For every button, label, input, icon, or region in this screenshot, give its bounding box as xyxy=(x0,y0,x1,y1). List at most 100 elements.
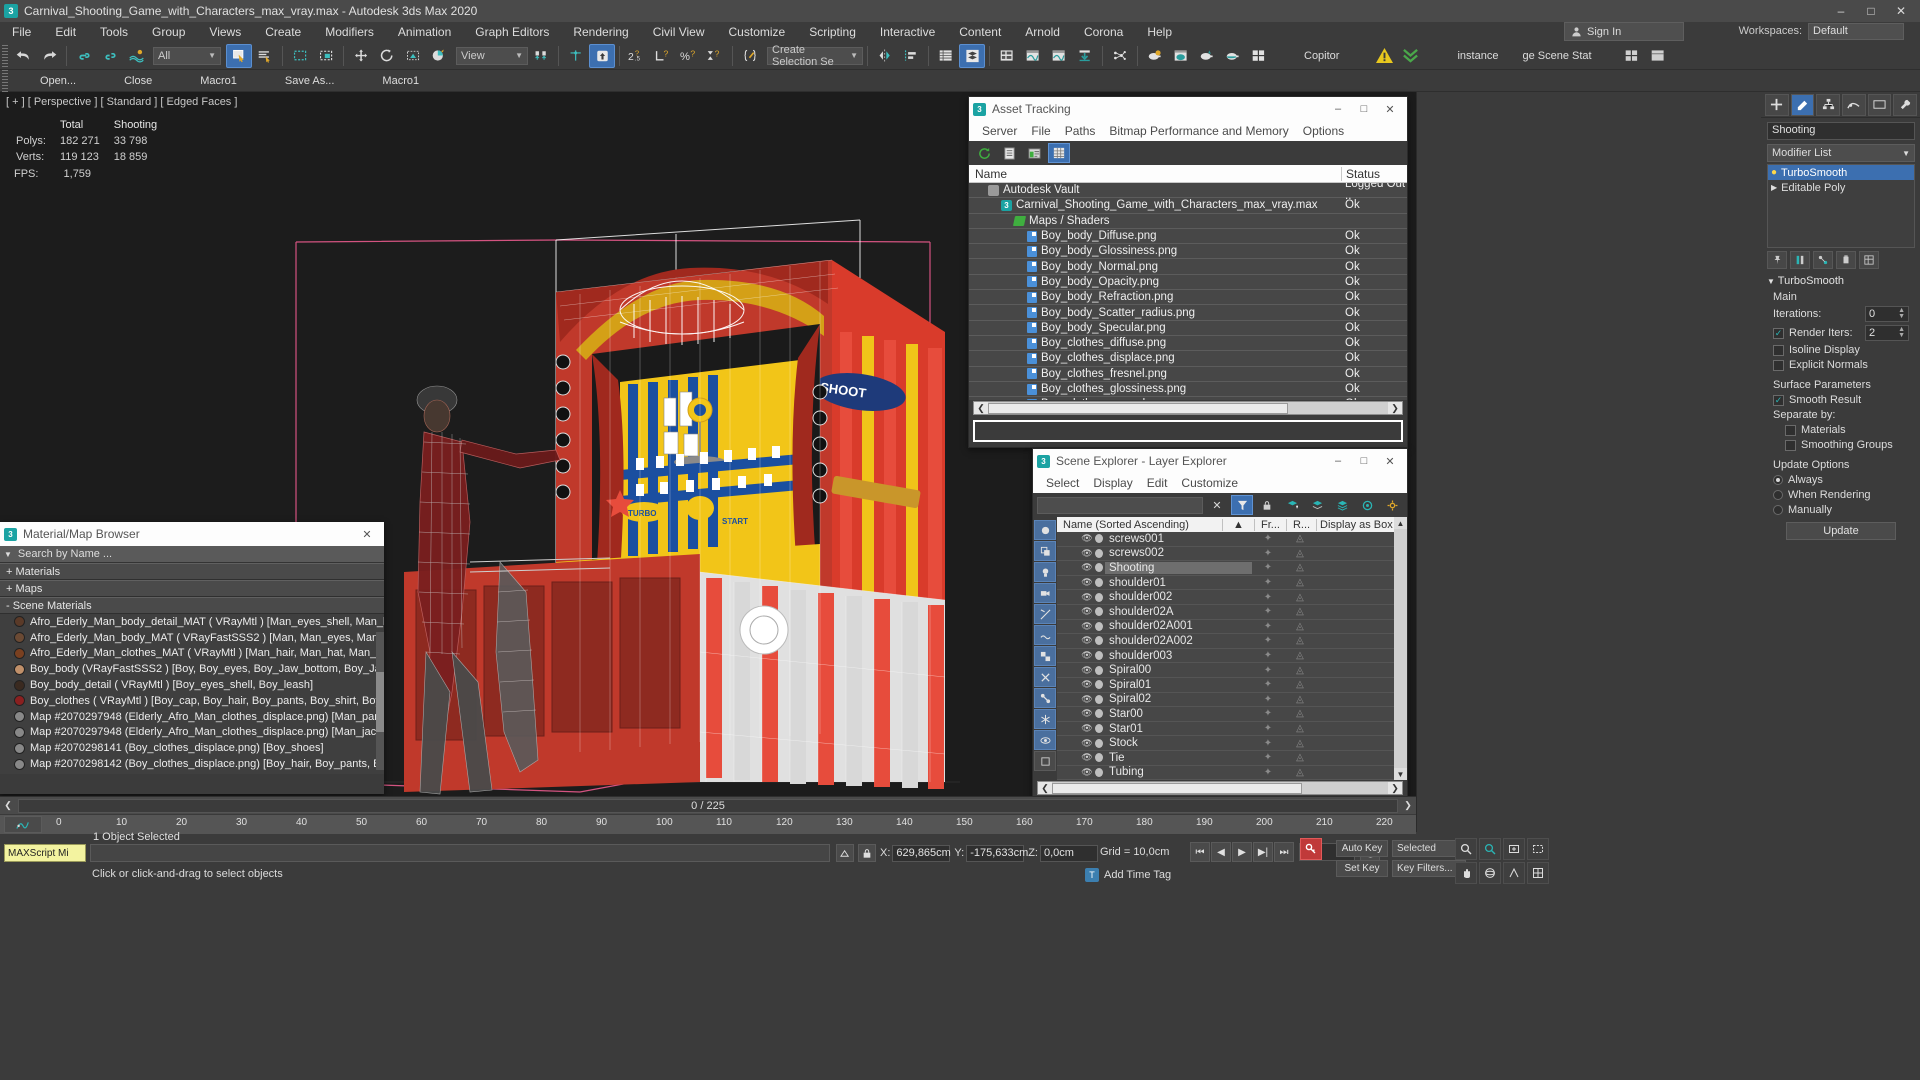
color-swatch[interactable] xyxy=(1093,563,1105,573)
scene-explorer-row[interactable]: 👁 shoulder003 ✦ ◬ xyxy=(1057,649,1394,664)
material-row[interactable]: Map #2070298142 (Boy_clothes_displace.pn… xyxy=(0,756,384,772)
hierarchy-tab[interactable] xyxy=(1816,93,1841,116)
menu-tools[interactable]: Tools xyxy=(88,22,140,42)
zoom-icon[interactable] xyxy=(1455,838,1477,860)
quad-view-icon[interactable] xyxy=(1246,44,1272,68)
double-chevron-down-icon[interactable] xyxy=(1397,44,1423,68)
menu-help[interactable]: Help xyxy=(1135,22,1184,42)
scene-explorer-row[interactable]: 👁 shoulder002 ✦ ◬ xyxy=(1057,590,1394,605)
select-link-icon[interactable] xyxy=(71,44,97,68)
scroll-right-icon[interactable]: ❯ xyxy=(1388,782,1402,794)
create-tab[interactable] xyxy=(1765,93,1789,116)
scene-explorer-minimize[interactable]: – xyxy=(1325,449,1351,473)
render-iters-checkbox[interactable]: ✓ xyxy=(1773,327,1784,339)
material-row[interactable]: Boy_body_detail ( VRayMtl ) [Boy_eyes_sh… xyxy=(0,677,384,693)
move-icon[interactable] xyxy=(348,44,374,68)
scene-explorer-close[interactable]: ✕ xyxy=(1377,449,1403,473)
unlink-icon[interactable] xyxy=(97,44,123,68)
material-row[interactable]: Map #2070298141 (Boy_clothes_displace.pn… xyxy=(0,740,384,756)
visibility-eye-icon[interactable]: 👁 xyxy=(1081,694,1093,705)
asset-row[interactable]: Boy_clothes_normal.png Ok xyxy=(969,397,1407,400)
asset-row[interactable]: Boy_body_Opacity.png Ok xyxy=(969,275,1407,291)
display-shapes-icon[interactable] xyxy=(1034,751,1056,771)
manage-layers-icon[interactable] xyxy=(994,44,1020,68)
material-row[interactable]: Boy_clothes ( VRayMtl ) [Boy_cap, Boy_ha… xyxy=(0,693,384,709)
material-browser-titlebar[interactable]: 3 Material/Map Browser ✕ xyxy=(0,522,384,546)
render-setup-icon[interactable] xyxy=(1194,44,1220,68)
frozen-toggle[interactable]: ✦ xyxy=(1252,592,1284,603)
scene-explorer-list[interactable]: Name (Sorted Ascending) ▲ Fr... R... Dis… xyxy=(1057,517,1394,780)
iterations-spinner[interactable]: 0 ▲ ▼ xyxy=(1865,306,1909,322)
material-browser-search[interactable]: ▼ Search by Name ... xyxy=(0,546,384,563)
prev-frame-icon[interactable]: ❮ xyxy=(0,798,16,814)
scene-explorer-row[interactable]: 👁 Spiral01 ✦ ◬ xyxy=(1057,678,1394,693)
asset-row[interactable]: Boy_body_Refraction.png Ok xyxy=(969,290,1407,306)
go-to-start-icon[interactable]: ⏮ xyxy=(1190,842,1210,862)
display-helpers-icon[interactable] xyxy=(1034,604,1056,624)
scene-explorer-vscrollbar[interactable]: ▲ ▼ xyxy=(1394,517,1407,780)
show-end-result-icon[interactable] xyxy=(1790,251,1810,269)
asset-row[interactable]: Boy_clothes_glossiness.png Ok xyxy=(969,382,1407,398)
motion-tab[interactable] xyxy=(1842,93,1866,116)
display-lights-icon[interactable] xyxy=(1034,562,1056,582)
col-sort-arrow[interactable]: ▲ xyxy=(1222,518,1254,531)
visibility-eye-icon[interactable]: 👁 xyxy=(1081,592,1093,603)
quick-button-0[interactable]: Open... xyxy=(32,72,84,90)
display-groups-icon[interactable] xyxy=(1034,646,1056,666)
render-toggle[interactable]: ◬ xyxy=(1284,562,1316,573)
expand-icon[interactable]: ▶ xyxy=(1771,183,1777,192)
color-swatch[interactable] xyxy=(1093,607,1105,617)
spinner-arrows-icon[interactable]: ▲▼ xyxy=(1898,326,1905,339)
display-hidden-icon[interactable] xyxy=(1034,730,1056,750)
lock-selection-icon[interactable] xyxy=(858,844,876,862)
frozen-toggle[interactable]: ✦ xyxy=(1252,606,1284,617)
configure-sets-icon[interactable] xyxy=(1859,251,1879,269)
update-when-rendering-radio[interactable] xyxy=(1773,490,1783,500)
se-menu-customize[interactable]: Customize xyxy=(1174,476,1245,490)
frozen-toggle[interactable]: ✦ xyxy=(1252,548,1284,559)
named-selection-set-dropdown[interactable]: Create Selection Se ▼ xyxy=(767,44,863,68)
table-view-icon[interactable] xyxy=(1048,143,1070,163)
particle-view-icon[interactable] xyxy=(1107,44,1133,68)
scene-explorer-row[interactable]: 👁 screws002 ✦ ◬ xyxy=(1057,547,1394,562)
snap-on-icon[interactable] xyxy=(589,43,615,68)
scene-explorer-titlebar[interactable]: 3 Scene Explorer - Layer Explorer – □ ✕ xyxy=(1033,449,1407,473)
asset-row[interactable]: Boy_clothes_fresnel.png Ok xyxy=(969,367,1407,382)
asset-col-status[interactable]: Status xyxy=(1341,166,1407,181)
update-manually-row[interactable]: Manually xyxy=(1773,504,1909,516)
asset-row[interactable]: Boy_clothes_displace.png Ok xyxy=(969,351,1407,367)
toolbar-grip[interactable] xyxy=(2,44,8,67)
scene-explorer-row[interactable]: 👁 shoulder02A002 ✦ ◬ xyxy=(1057,634,1394,649)
vscroll-thumb[interactable] xyxy=(376,672,384,732)
quick-button-2[interactable]: Macro1 xyxy=(192,72,245,90)
maxscript-mini-listener[interactable]: MAXScript Mi xyxy=(4,844,86,862)
smooth-result-checkbox[interactable]: ✓ xyxy=(1773,394,1784,406)
visibility-eye-icon[interactable]: 👁 xyxy=(1081,708,1093,719)
modify-tab[interactable] xyxy=(1790,93,1815,116)
visibility-eye-icon[interactable]: 👁 xyxy=(1081,767,1093,778)
render-toggle[interactable]: ◬ xyxy=(1284,708,1316,719)
render-toggle[interactable]: ◬ xyxy=(1284,621,1316,632)
render-toggle[interactable]: ◬ xyxy=(1284,533,1316,544)
frozen-toggle[interactable]: ✦ xyxy=(1252,752,1284,763)
track-bar[interactable]: 0 10 20 30 40 50 60 70 80 90 100 110 120 130 140 150 160… xyxy=(0,814,1416,834)
placement-icon[interactable] xyxy=(426,44,452,68)
snap-toggle-icon[interactable] xyxy=(563,44,589,68)
material-editor-compact-icon[interactable] xyxy=(1168,44,1194,68)
z-coordinate[interactable]: Z: 0,0cm xyxy=(1028,844,1098,862)
menu-rendering[interactable]: Rendering xyxy=(561,22,640,42)
separate-materials-checkbox[interactable] xyxy=(1785,424,1796,436)
workspaces-dropdown[interactable]: Default xyxy=(1808,23,1904,40)
display-frozen-icon[interactable] xyxy=(1034,709,1056,729)
render-toggle[interactable]: ◬ xyxy=(1284,723,1316,734)
maps-group-header[interactable]: + Maps xyxy=(0,580,384,597)
update-always-row[interactable]: Always xyxy=(1773,474,1909,486)
play-animation-icon[interactable]: ▶ xyxy=(1232,842,1252,862)
scene-explorer-row[interactable]: 👁 screws001 ✦ ◬ xyxy=(1057,532,1394,547)
modifier-stack-item-turbosmooth[interactable]: ● TurboSmooth xyxy=(1768,165,1914,180)
y-coordinate[interactable]: Y: -175,633cm xyxy=(954,844,1028,862)
se-menu-edit[interactable]: Edit xyxy=(1140,476,1175,490)
scene-explorer-hscrollbar[interactable]: ❮ ❯ xyxy=(1037,781,1403,795)
frozen-toggle[interactable]: ✦ xyxy=(1252,708,1284,719)
frozen-toggle[interactable]: ✦ xyxy=(1252,738,1284,749)
